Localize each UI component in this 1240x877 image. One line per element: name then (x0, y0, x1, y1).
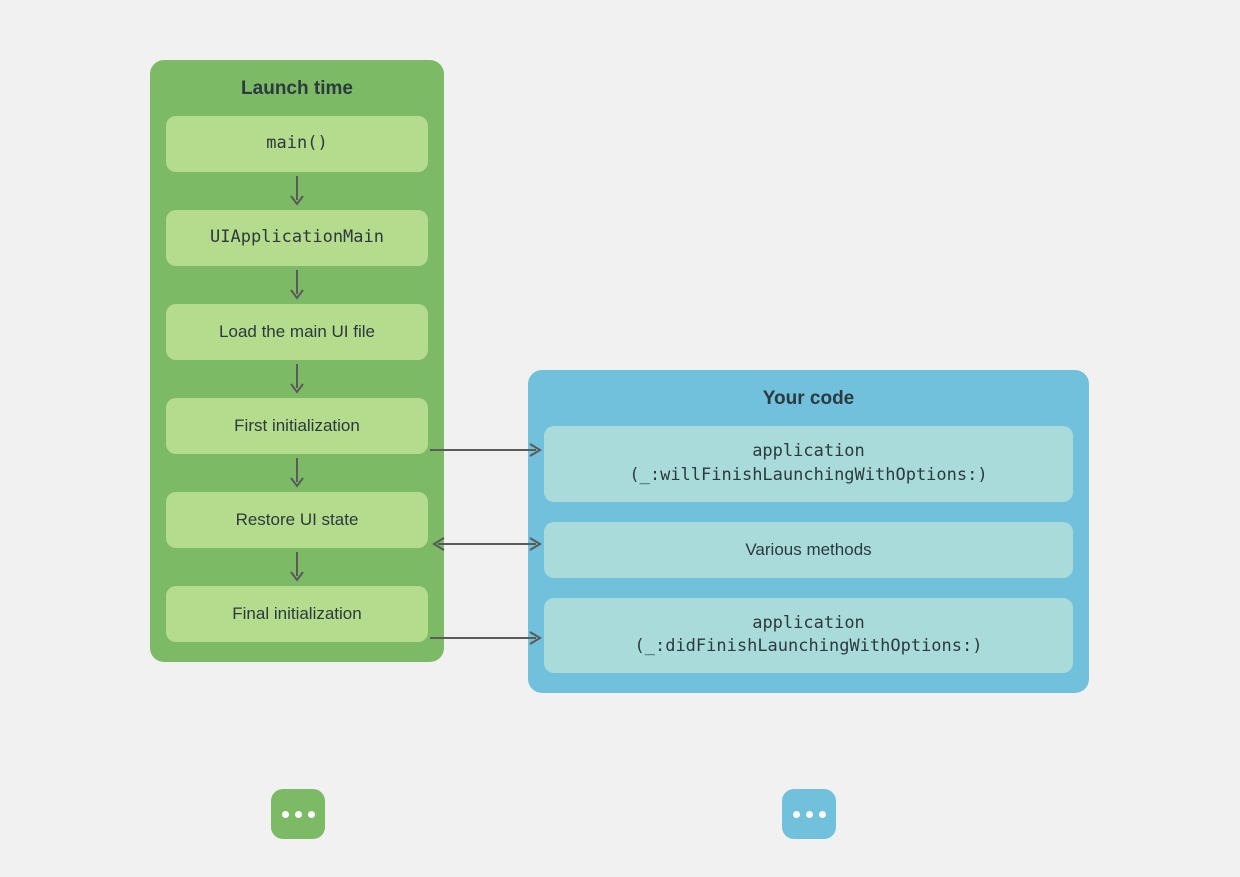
step-load-main-ui: Load the main UI file (166, 304, 428, 360)
code-did-finish-launching: application (_:didFinishLaunchingWithOpt… (544, 598, 1073, 674)
step-first-initialization: First initialization (166, 398, 428, 454)
step-restore-ui-state: Restore UI state (166, 492, 428, 548)
step-final-initialization: Final initialization (166, 586, 428, 642)
more-icon[interactable] (782, 789, 836, 839)
arrow-right-icon (428, 628, 546, 648)
more-icon[interactable] (271, 789, 325, 839)
step-main: main() (166, 116, 428, 172)
launch-time-panel: Launch time main() UIApplicationMain Loa… (150, 60, 444, 662)
arrow-down-icon (166, 548, 428, 586)
your-code-title: Your code (544, 388, 1073, 410)
code-various-methods: Various methods (544, 522, 1073, 578)
code-will-finish-launching: application (_:willFinishLaunchingWithOp… (544, 426, 1073, 502)
arrow-down-icon (166, 266, 428, 304)
arrow-down-icon (166, 454, 428, 492)
arrow-bidirectional-icon (428, 534, 546, 554)
arrow-down-icon (166, 360, 428, 398)
your-code-panel: Your code application (_:willFinishLaunc… (528, 370, 1089, 693)
arrow-down-icon (166, 172, 428, 210)
step-uiapplicationmain: UIApplicationMain (166, 210, 428, 266)
arrow-right-icon (428, 440, 546, 460)
launch-time-title: Launch time (166, 78, 428, 100)
